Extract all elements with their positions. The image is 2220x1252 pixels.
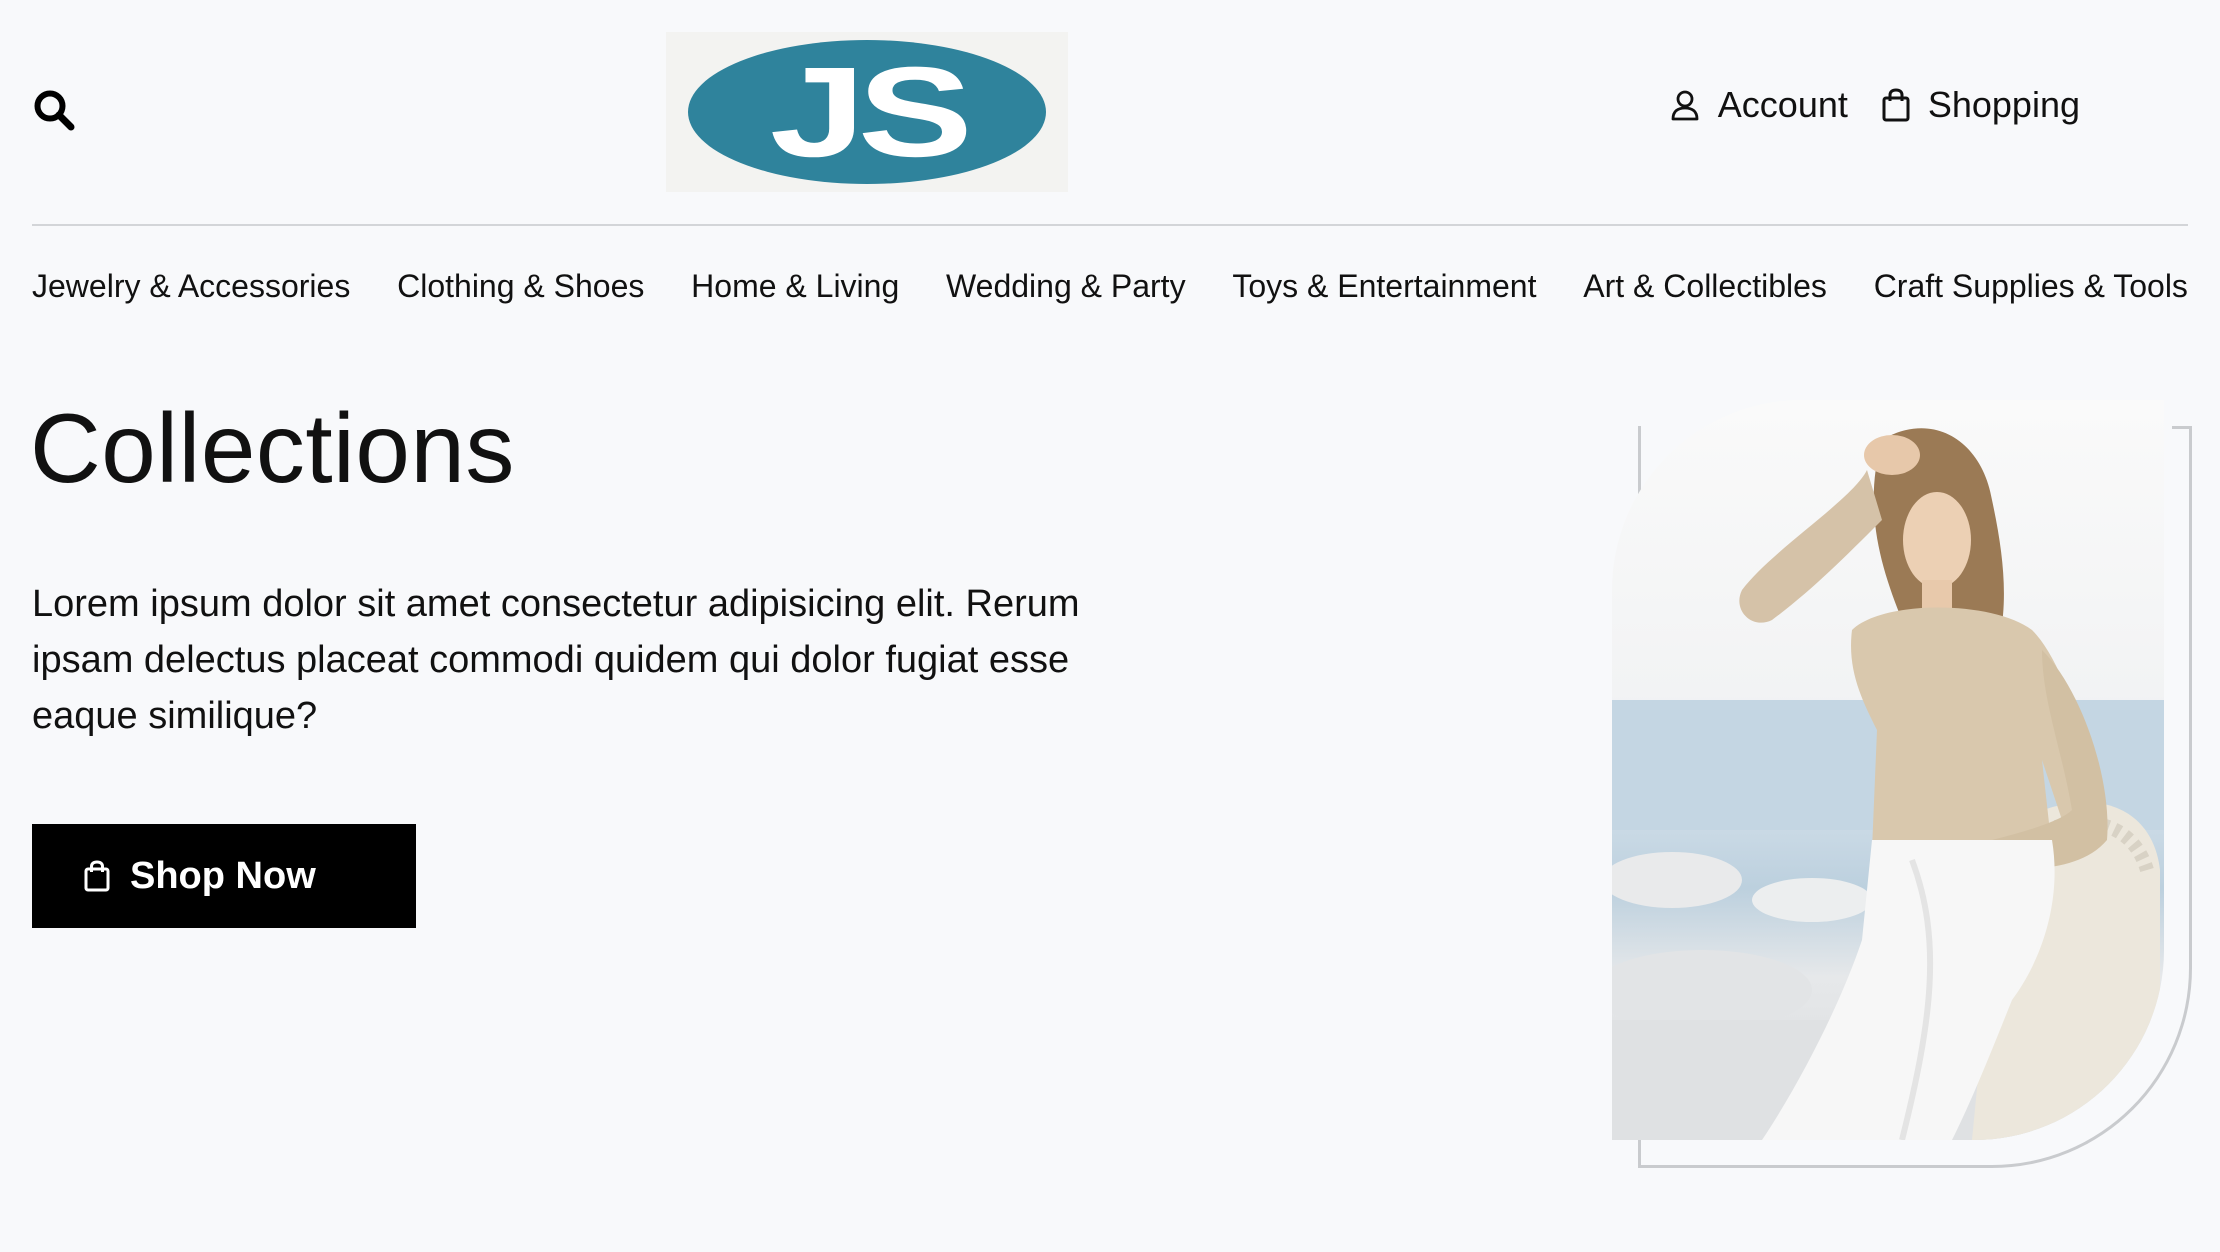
logo-text: JS xyxy=(769,41,972,184)
hero-description: Lorem ipsum dolor sit amet consectetur a… xyxy=(32,583,1080,737)
site-header: JS Account Shopping xyxy=(32,0,2188,226)
page-title: Collections xyxy=(30,393,515,503)
shopping-label: Shopping xyxy=(1927,84,2080,125)
nav-item-art-collectibles[interactable]: Art & Collectibles xyxy=(1583,268,1827,305)
hero-image xyxy=(1612,400,2164,1140)
category-nav: Jewelry & Accessories Clothing & Shoes H… xyxy=(32,268,2188,305)
shopping-link[interactable]: Shopping xyxy=(1882,84,2080,126)
shopping-bag-icon xyxy=(1882,88,1910,122)
nav-item-wedding-party[interactable]: Wedding & Party xyxy=(946,268,1186,305)
nav-item-home-living[interactable]: Home & Living xyxy=(691,268,899,305)
shop-now-button[interactable]: Shop Now xyxy=(32,824,416,928)
logo-badge: JS xyxy=(688,40,1046,184)
page: JS Account Shopping Jewelry & Accessorie… xyxy=(0,0,2220,1252)
search-button[interactable] xyxy=(32,88,78,134)
header-actions: Account Shopping xyxy=(1670,84,2080,126)
account-link[interactable]: Account xyxy=(1670,84,1848,126)
shop-now-label: Shop Now xyxy=(130,854,316,897)
logo[interactable]: JS xyxy=(666,32,1068,192)
search-icon xyxy=(34,90,75,131)
shopping-bag-icon xyxy=(84,860,110,892)
model-photo xyxy=(1612,428,2164,1140)
account-label: Account xyxy=(1717,84,1848,125)
nav-item-craft-supplies-tools[interactable]: Craft Supplies & Tools xyxy=(1874,268,2188,305)
nav-item-clothing-shoes[interactable]: Clothing & Shoes xyxy=(397,268,644,305)
user-icon xyxy=(1671,90,1699,121)
nav-item-jewelry-accessories[interactable]: Jewelry & Accessories xyxy=(32,268,350,305)
nav-item-toys-entertainment[interactable]: Toys & Entertainment xyxy=(1232,268,1536,305)
